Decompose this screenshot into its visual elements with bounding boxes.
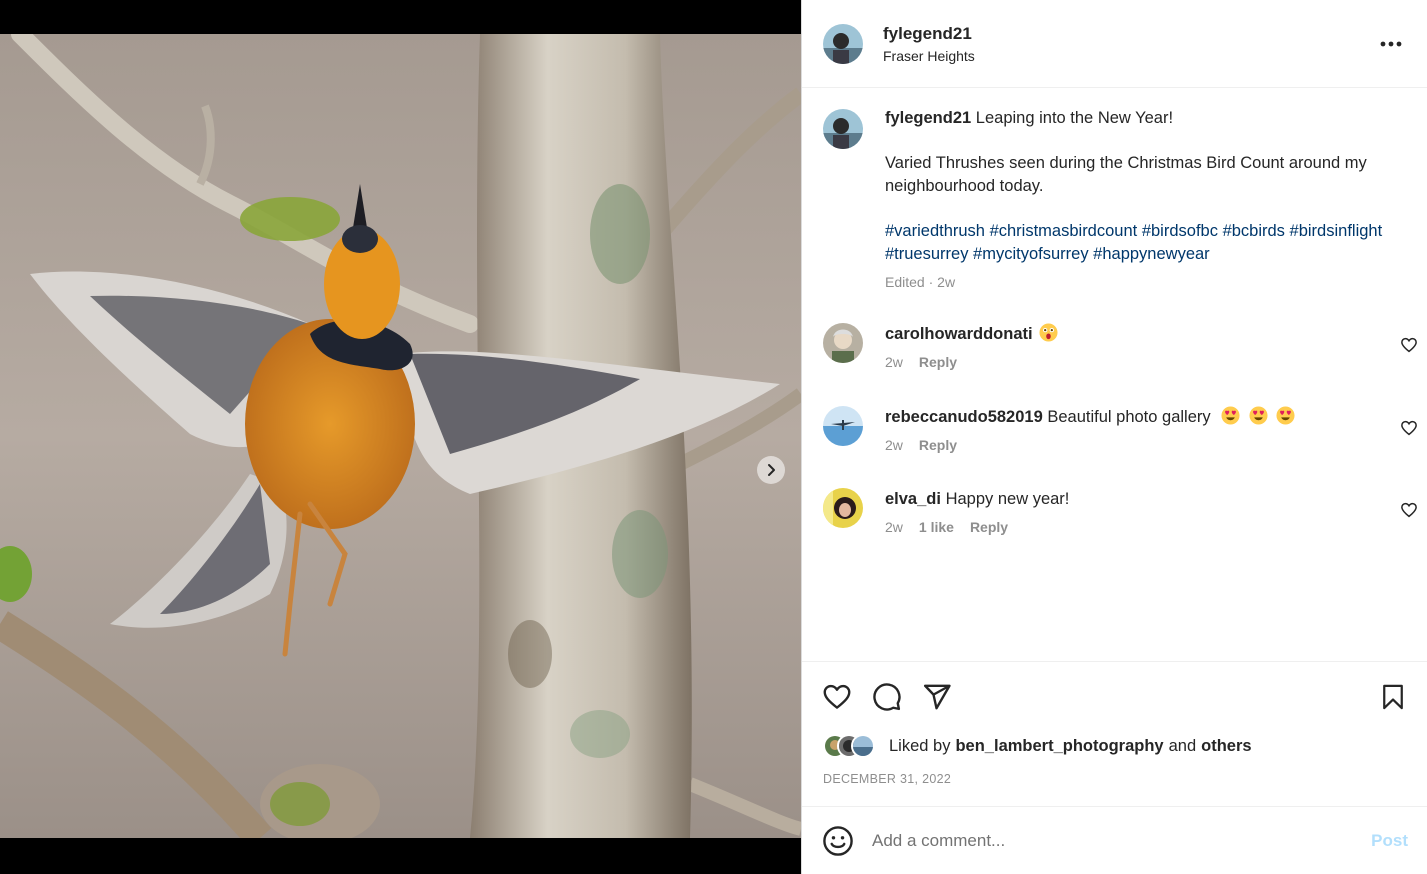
caption-author-avatar[interactable] xyxy=(823,109,863,149)
comment-text: elva_di Happy new year! xyxy=(885,488,1069,510)
heart-eyes-emoji xyxy=(1221,406,1240,425)
comment-item: rebeccanudo582019 Beautiful photo galler… xyxy=(823,406,1418,466)
post-photo-varied-thrush[interactable] xyxy=(0,34,801,838)
add-comment-bar: Post xyxy=(802,806,1427,874)
post-date[interactable]: DECEMBER 31, 2022 xyxy=(823,772,951,786)
caption-body: Varied Thrushes seen during the Christma… xyxy=(885,154,1367,195)
comment-timestamp[interactable]: 2w xyxy=(885,437,903,453)
comments-section[interactable]: fylegend21 Leaping into the New Year! Va… xyxy=(802,89,1427,661)
liker-avatar xyxy=(851,734,875,758)
post-header: fylegend21 Fraser Heights xyxy=(802,0,1427,88)
caption-timestamp[interactable]: 2w xyxy=(937,274,955,290)
comment-meta: 2w Reply xyxy=(885,437,957,453)
comment-like-heart-icon[interactable] xyxy=(1400,501,1418,519)
edited-label: Edited xyxy=(885,274,925,290)
emoji-smiley-icon[interactable] xyxy=(822,825,854,857)
author-username[interactable]: fylegend21 xyxy=(883,24,972,44)
hashtag-link[interactable]: #christmasbirdcount xyxy=(990,222,1138,240)
like-button[interactable] xyxy=(820,680,854,714)
commenter-avatar[interactable] xyxy=(823,406,863,446)
astonished-face-emoji xyxy=(1039,323,1058,342)
comment-like-heart-icon[interactable] xyxy=(1400,419,1418,437)
comment-like-heart-icon[interactable] xyxy=(1400,336,1418,354)
chevron-right-icon xyxy=(768,464,775,476)
reply-button[interactable]: Reply xyxy=(970,519,1008,535)
comment-timestamp[interactable]: 2w xyxy=(885,519,903,535)
comment-body: Beautiful photo gallery xyxy=(1047,408,1211,426)
hashtag-link[interactable]: #happynewyear xyxy=(1093,245,1210,263)
more-options-button[interactable] xyxy=(1376,30,1406,58)
bird-photo-illustration xyxy=(0,34,801,838)
more-horizontal-icon xyxy=(1380,41,1402,47)
likes-and: and xyxy=(1168,736,1197,755)
post-comment-button[interactable]: Post xyxy=(1371,831,1408,851)
meta-separator: · xyxy=(928,274,938,290)
caption-username[interactable]: fylegend21 xyxy=(885,109,971,127)
comment-username[interactable]: carolhowarddonati xyxy=(885,325,1033,343)
bookmark-icon xyxy=(1383,684,1403,710)
post-location[interactable]: Fraser Heights xyxy=(883,48,975,64)
comment-button[interactable] xyxy=(870,680,904,714)
hashtag-link[interactable]: #mycityofsurrey xyxy=(973,245,1089,263)
post-caption: fylegend21 Leaping into the New Year! Va… xyxy=(823,107,1413,290)
caption-title: Leaping into the New Year! xyxy=(975,109,1174,127)
comment-body: Happy new year! xyxy=(945,490,1070,508)
likes-prefix: Liked by xyxy=(889,736,951,755)
comment-username[interactable]: rebeccanudo582019 xyxy=(885,408,1043,426)
save-button[interactable] xyxy=(1376,680,1410,714)
hashtag-link[interactable]: #birdsofbc xyxy=(1142,222,1218,240)
comment-text: carolhowarddonati xyxy=(885,323,1058,345)
likers-avatars[interactable] xyxy=(823,734,889,758)
liker-username[interactable]: ben_lambert_photography xyxy=(955,737,1163,756)
reply-button[interactable]: Reply xyxy=(919,354,957,370)
comment-timestamp[interactable]: 2w xyxy=(885,354,903,370)
comment-item: carolhowarddonati 2w Reply xyxy=(823,323,1418,383)
hashtag-link[interactable]: #truesurrey xyxy=(885,245,968,263)
caption-hashtags: #variedthrush #christmasbirdcount #birds… xyxy=(885,220,1413,266)
post-actions: Liked by ben_lambert_photography and oth… xyxy=(802,661,1427,806)
heart-icon xyxy=(823,684,851,709)
author-avatar[interactable] xyxy=(823,24,863,64)
media-pane xyxy=(0,0,801,874)
commenter-avatar[interactable] xyxy=(823,323,863,363)
comment-likes-count[interactable]: 1 like xyxy=(919,519,954,535)
likes-summary: Liked by ben_lambert_photography and oth… xyxy=(823,734,1252,758)
comment-input[interactable] xyxy=(872,825,1352,857)
reply-button[interactable]: Reply xyxy=(919,437,957,453)
commenter-avatar[interactable] xyxy=(823,488,863,528)
hashtag-link[interactable]: #bcbirds xyxy=(1223,222,1285,240)
comment-text: rebeccanudo582019 Beautiful photo galler… xyxy=(885,406,1295,428)
likes-others-link[interactable]: others xyxy=(1201,737,1251,756)
comment-meta: 2w Reply xyxy=(885,354,957,370)
share-button[interactable] xyxy=(920,680,954,714)
comment-meta: 2w 1 like Reply xyxy=(885,519,1008,535)
caption-text: fylegend21 Leaping into the New Year! Va… xyxy=(885,107,1413,266)
comment-item: elva_di Happy new year! 2w 1 like Reply xyxy=(823,488,1418,548)
carousel-next-button[interactable] xyxy=(757,456,785,484)
hashtag-link[interactable]: #variedthrush xyxy=(885,222,985,240)
heart-eyes-emoji xyxy=(1276,406,1295,425)
hashtag-link[interactable]: #birdsinflight xyxy=(1290,222,1383,240)
comment-bubble-icon xyxy=(873,683,901,711)
post-details-panel: fylegend21 Fraser Heights fylegend21 Lea… xyxy=(801,0,1427,874)
heart-eyes-emoji xyxy=(1249,406,1268,425)
comment-username[interactable]: elva_di xyxy=(885,490,941,508)
caption-meta: Edited · 2w xyxy=(885,274,1413,290)
paper-plane-icon xyxy=(923,684,951,710)
